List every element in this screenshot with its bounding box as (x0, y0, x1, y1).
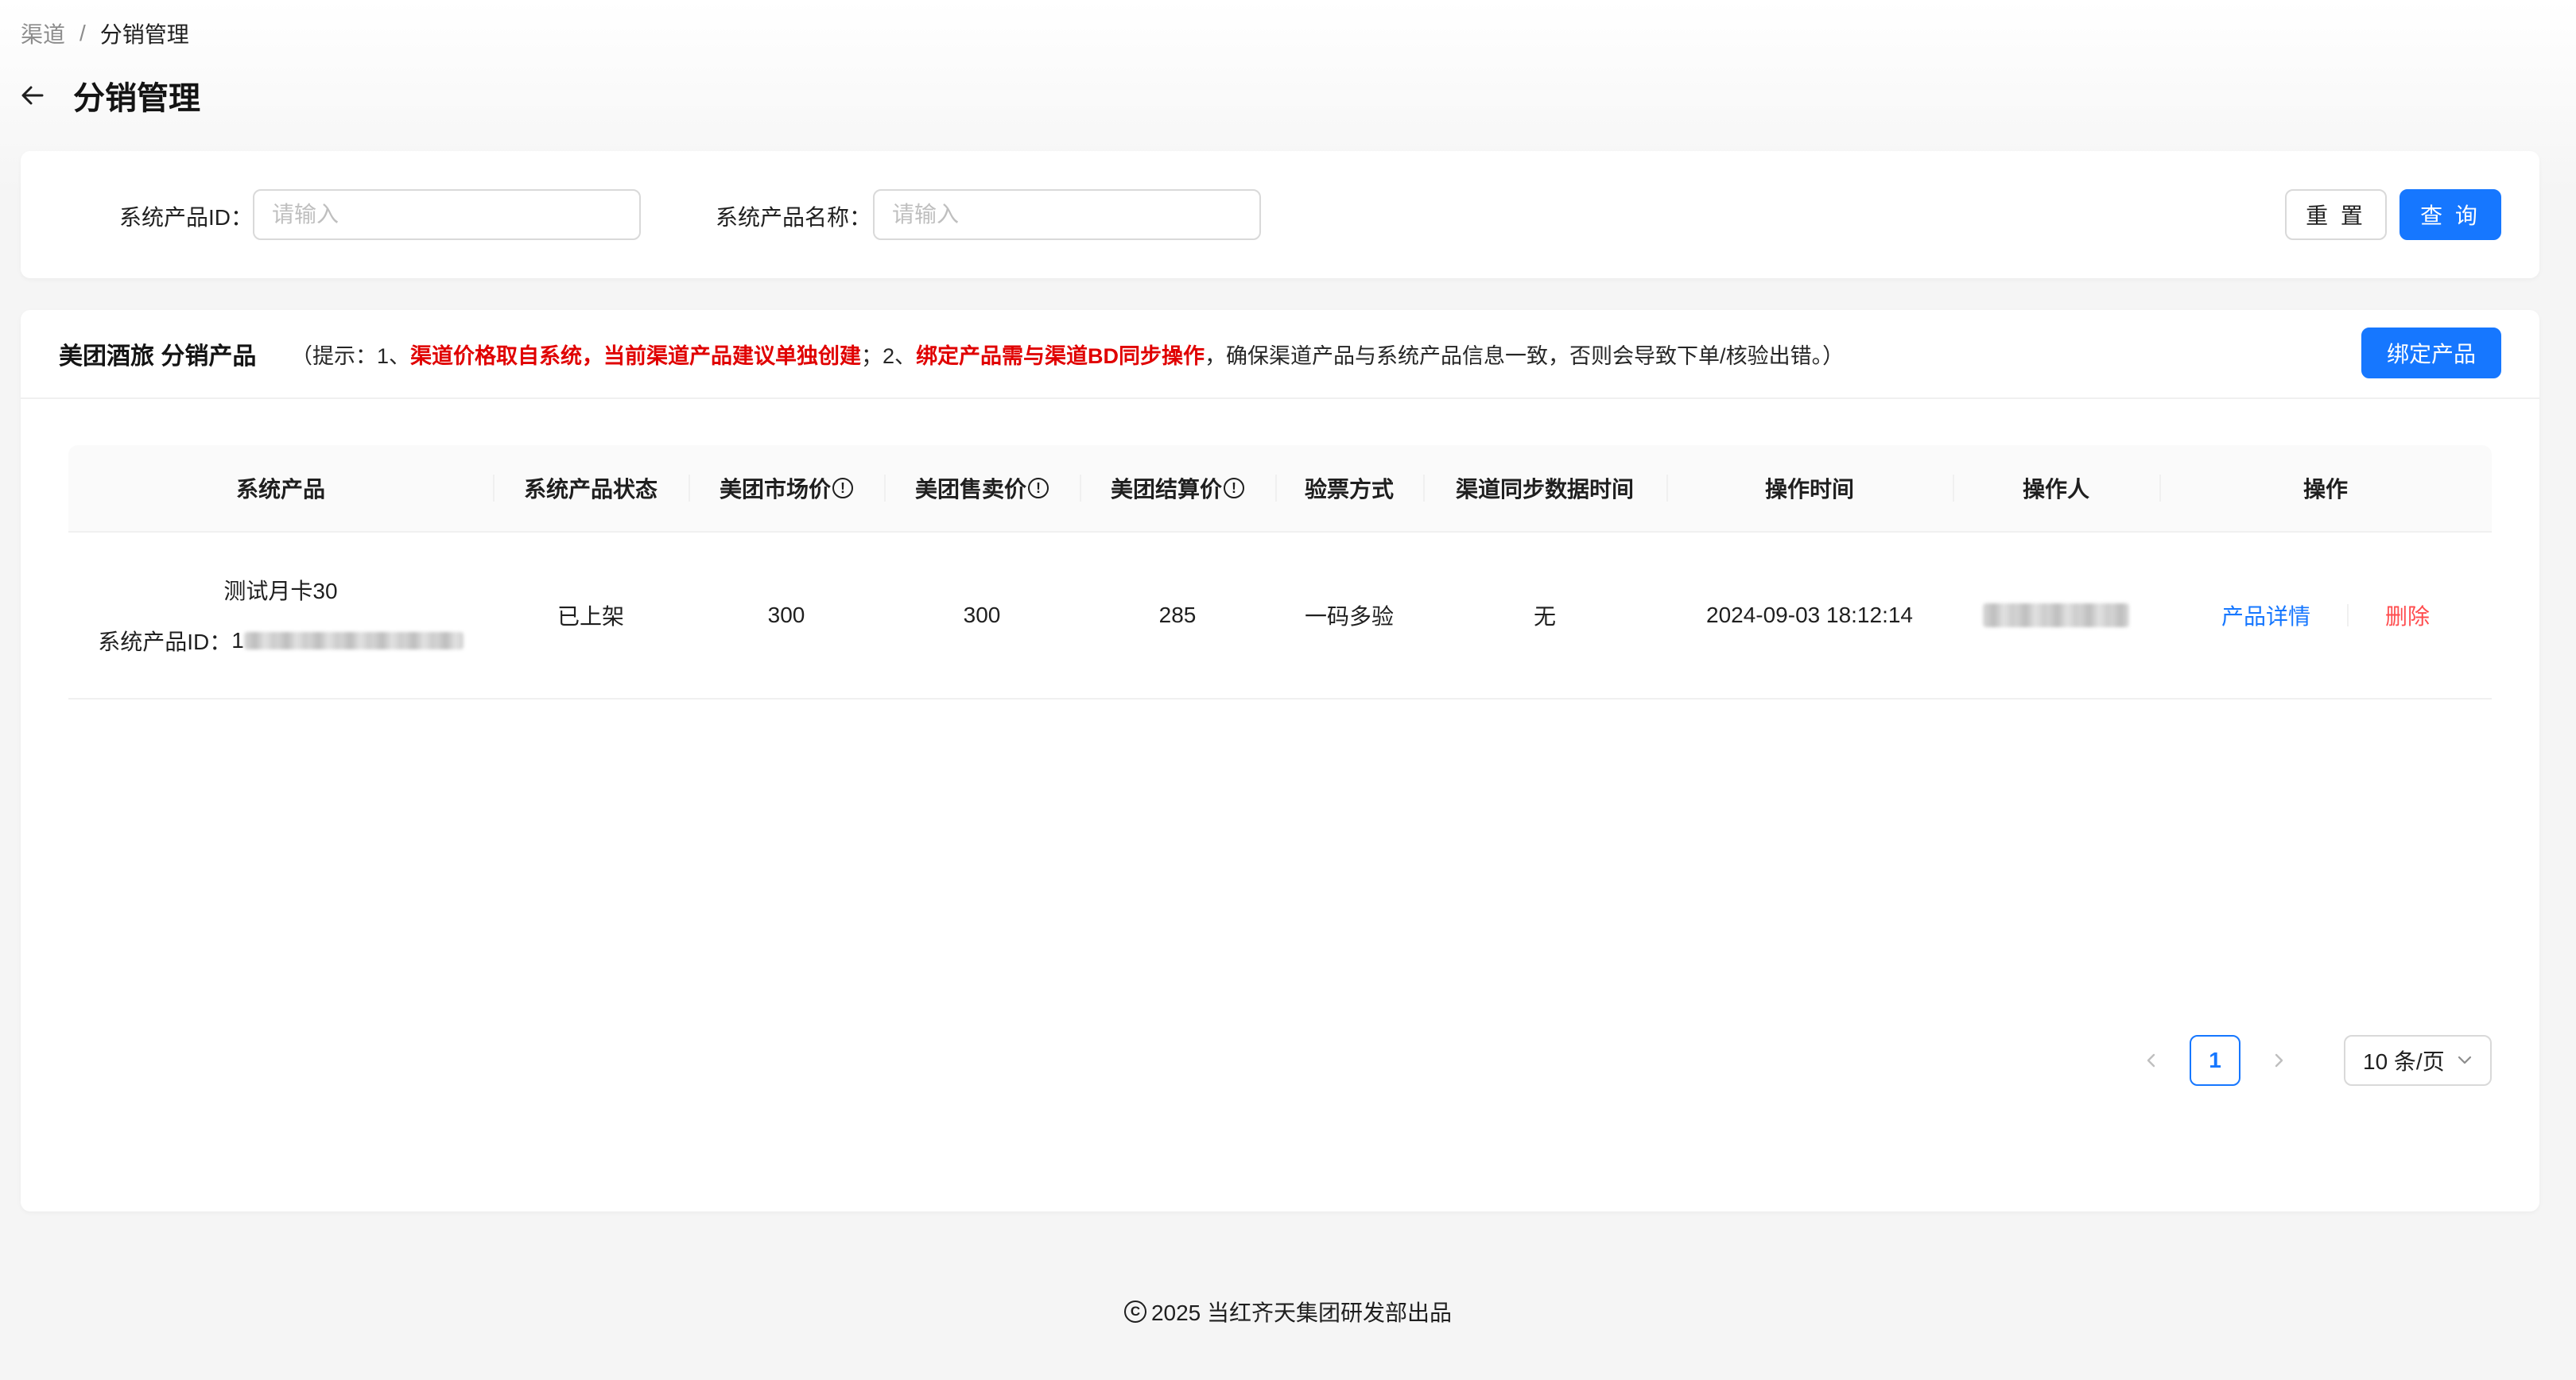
info-icon[interactable]: ! (1028, 478, 1049, 498)
chevron-left-icon[interactable] (2136, 1035, 2167, 1086)
breadcrumb-separator: / (80, 21, 86, 45)
product-name-label: 系统产品名称： (716, 205, 872, 230)
column-header-status: 系统产品状态 (493, 444, 689, 532)
breadcrumb-item-channel[interactable]: 渠道 (21, 17, 65, 49)
column-header-sale-price-label: 美团售卖价 (914, 477, 1026, 502)
column-header-settle-price-label: 美团结算价 (1110, 477, 1222, 502)
product-id-value: 1 (231, 628, 244, 653)
footer-text: 2025 当红齐天集团研发部出品 (1150, 1301, 1453, 1325)
page-title: 分销管理 (73, 81, 200, 116)
products-table: 系统产品 系统产品状态 美团市场价! 美团售卖价! 美团结算价! 验票方式 渠道… (68, 445, 2492, 700)
op-time-cell: 2024-09-03 18:12:14 (1706, 603, 1913, 627)
breadcrumb: 渠道 / 分销管理 (21, 17, 189, 49)
action-divider (2347, 604, 2349, 626)
chevron-right-icon[interactable] (2263, 1035, 2295, 1086)
back-arrow-icon[interactable] (19, 82, 46, 109)
status-cell: 已上架 (557, 604, 624, 629)
operator-cell (1953, 532, 2159, 699)
product-id-line: 系统产品ID： 1 (98, 625, 464, 657)
column-header-actions: 操作 (2159, 444, 2492, 532)
product-id-label: 系统产品ID： (119, 205, 254, 230)
column-header-product: 系统产品 (235, 477, 325, 502)
hint-warning-1: 渠道价格取自系统，当前渠道产品建议单独创建 (410, 343, 862, 368)
column-header-settle-price: 美团结算价! (1080, 444, 1275, 532)
product-id-label: 系统产品ID： (98, 630, 232, 654)
hint-text: （提示：1、渠道价格取自系统，当前渠道产品建议单独创建；2、绑定产品需与渠道BD… (291, 339, 1844, 370)
product-detail-link[interactable]: 产品详情 (2221, 599, 2310, 631)
page-size-value: 10 条/页 (2363, 1049, 2445, 1074)
product-name: 测试月卡30 (223, 579, 338, 603)
page-size-select[interactable]: 10 条/页 (2344, 1035, 2492, 1086)
footer: C 2025 当红齐天集团研发部出品 (0, 1296, 2576, 1328)
panel-title: 美团酒旅 分销产品 (59, 343, 257, 370)
column-header-sync-time: 渠道同步数据时间 (1423, 444, 1666, 532)
verify-method-cell: 一码多验 (1304, 604, 1394, 629)
info-icon[interactable]: ! (832, 478, 853, 498)
reset-button[interactable]: 重 置 (2285, 189, 2387, 240)
settle-price-cell: 285 (1158, 603, 1197, 627)
hint-prefix: （提示：1、 (291, 343, 411, 368)
hint-mid: ；2、 (861, 343, 917, 368)
pagination: 1 10 条/页 (2136, 1035, 2492, 1086)
product-id-input[interactable] (253, 189, 641, 240)
bind-product-button[interactable]: 绑定产品 (2361, 328, 2501, 378)
chevron-down-icon (2457, 1048, 2473, 1073)
query-button[interactable]: 查 询 (2399, 189, 2501, 240)
product-name-input[interactable] (873, 189, 1261, 240)
redacted-operator (1983, 603, 2129, 627)
distribution-products-panel: 美团酒旅 分销产品 （提示：1、渠道价格取自系统，当前渠道产品建议单独创建；2、… (21, 310, 2539, 1211)
page-header: 分销管理 (19, 72, 200, 119)
market-price-cell: 300 (767, 603, 805, 627)
copyright-icon: C (1123, 1301, 1146, 1323)
page-item-1[interactable]: 1 (2190, 1035, 2240, 1086)
actions-cell: 产品详情 删除 (2159, 532, 2492, 699)
info-icon[interactable]: ! (1224, 478, 1244, 498)
product-cell: 测试月卡30 系统产品ID： 1 (68, 532, 493, 699)
column-header-verify-method: 验票方式 (1275, 444, 1423, 532)
column-header-market-price: 美团市场价! (689, 444, 884, 532)
breadcrumb-item-current: 分销管理 (99, 22, 189, 47)
panel-header: 美团酒旅 分销产品 （提示：1、渠道价格取自系统，当前渠道产品建议单独创建；2、… (21, 310, 2539, 399)
search-panel: 系统产品ID： 系统产品名称： 重 置 查 询 (21, 151, 2539, 278)
column-header-sale-price: 美团售卖价! (884, 444, 1080, 532)
column-header-op-time: 操作时间 (1666, 444, 1953, 532)
column-header-market-price-label: 美团市场价 (719, 477, 831, 502)
table-row: 测试月卡30 系统产品ID： 1 已上架 300 300 285 一码多验 无 … (68, 533, 2492, 700)
delete-link[interactable]: 删除 (2385, 599, 2430, 631)
sale-price-cell: 300 (963, 603, 1001, 627)
sync-time-cell: 无 (1533, 604, 1556, 629)
hint-warning-2: 绑定产品需与渠道BD同步操作 (916, 343, 1205, 368)
hint-suffix: ，确保渠道产品与系统产品信息一致，否则会导致下单/核验出错。） (1205, 343, 1845, 368)
redacted-id (243, 632, 464, 649)
column-header-operator: 操作人 (1953, 444, 2159, 532)
table-header: 系统产品 系统产品状态 美团市场价! 美团售卖价! 美团结算价! 验票方式 渠道… (68, 445, 2492, 533)
